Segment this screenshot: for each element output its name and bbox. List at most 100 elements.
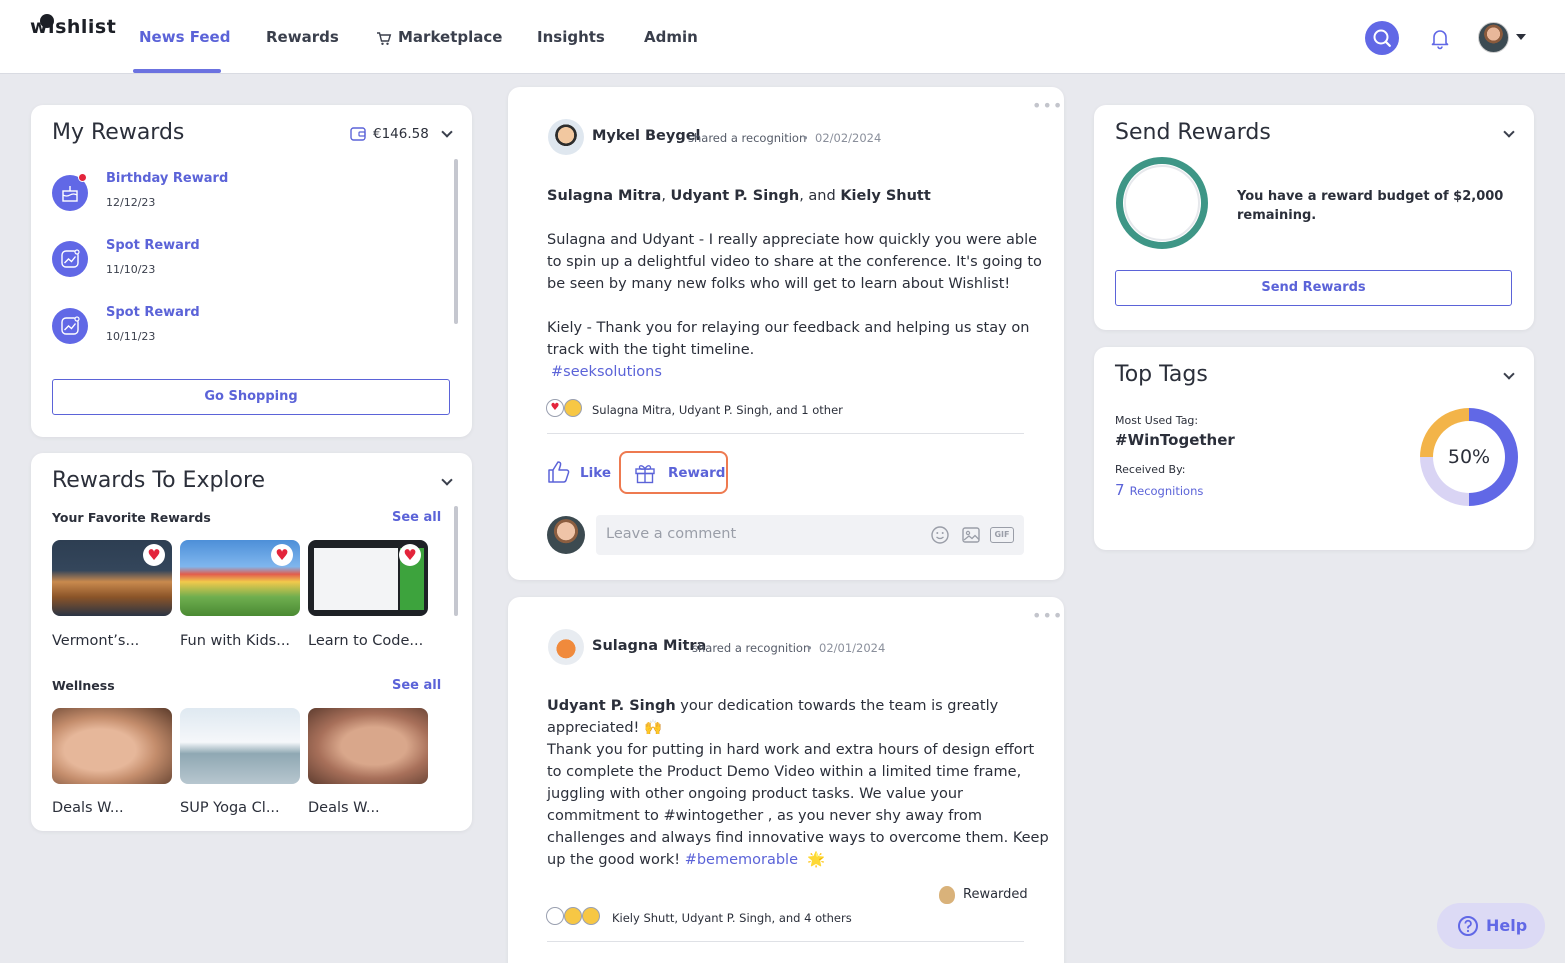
- reactors-summary[interactable]: Sulagna Mitra, Udyant P. Singh, and 1 ot…: [592, 403, 843, 417]
- thumbs-up-icon[interactable]: [547, 460, 571, 484]
- post-body-line: Kiely - Thank you for relaying our feedb…: [547, 320, 1030, 336]
- post-body-line: to complete the Product Demo Video withi…: [547, 764, 1022, 780]
- reactors-summary[interactable]: Kiely Shutt, Udyant P. Singh, and 4 othe…: [612, 911, 852, 925]
- emoji-icon[interactable]: [930, 525, 950, 545]
- post-action-text: shared a recognition: [688, 131, 807, 145]
- reward-item-name[interactable]: Spot Reward: [106, 305, 200, 320]
- image-upload-icon[interactable]: [961, 525, 981, 545]
- reward-card-label[interactable]: Deals W...: [308, 800, 380, 816]
- budget-ring-inner: [1124, 165, 1200, 241]
- my-rewards-scrollbar[interactable]: [454, 159, 458, 324]
- reward-balance[interactable]: €146.58: [373, 126, 429, 142]
- nav-news-feed[interactable]: News Feed: [139, 28, 230, 46]
- post-action-text: shared a recognition: [692, 641, 811, 655]
- budget-text-line: remaining.: [1237, 208, 1317, 223]
- post-body-line: commitment to #wintogether , as you neve…: [547, 808, 982, 824]
- nav-admin[interactable]: Admin: [644, 28, 698, 46]
- heart-icon[interactable]: ♥: [399, 544, 421, 566]
- send-rewards-button[interactable]: Send Rewards: [1115, 270, 1512, 306]
- spot-reward-chart-icon: [52, 241, 88, 277]
- reward-item-name[interactable]: Spot Reward: [106, 238, 200, 253]
- nav-insights[interactable]: Insights: [537, 28, 605, 46]
- help-question-icon: [1458, 916, 1478, 936]
- post-menu-icon[interactable]: •••: [1032, 96, 1063, 115]
- see-all-wellness-link[interactable]: See all: [392, 678, 441, 693]
- cart-icon: [377, 32, 392, 45]
- recipient-name[interactable]: Udyant P. Singh: [671, 188, 800, 204]
- recipient-name[interactable]: Kiely Shutt: [840, 188, 930, 204]
- rewards-to-explore-title: Rewards To Explore: [52, 468, 266, 493]
- reward-item-date: 12/12/23: [106, 196, 156, 209]
- wallet-icon: [350, 127, 366, 141]
- see-all-favorites-link[interactable]: See all: [392, 510, 441, 525]
- hashtag-link[interactable]: #bememorable: [685, 852, 798, 868]
- reward-card-label[interactable]: Vermont’s...: [52, 633, 139, 649]
- top-tags-title: Top Tags: [1115, 362, 1208, 387]
- help-button[interactable]: Help: [1437, 903, 1545, 949]
- thumbs-up-reaction-icon[interactable]: [564, 907, 582, 925]
- search-button[interactable]: [1365, 21, 1399, 55]
- favorite-rewards-label: Your Favorite Rewards: [52, 510, 211, 525]
- explore-scrollbar[interactable]: [454, 506, 458, 616]
- reward-item-date: 10/11/23: [106, 330, 156, 343]
- heart-reaction-icon[interactable]: ♥: [546, 399, 564, 417]
- massage-image[interactable]: [308, 708, 428, 784]
- gif-icon[interactable]: GIF: [990, 527, 1014, 543]
- reward-card-label[interactable]: Learn to Code...: [308, 633, 423, 649]
- sup-yoga-image[interactable]: [180, 708, 300, 784]
- my-rewards-title: My Rewards: [52, 120, 185, 145]
- current-user-avatar: [547, 516, 585, 554]
- author-avatar[interactable]: [548, 629, 584, 665]
- post-author-name[interactable]: Mykel Beygel: [592, 128, 701, 144]
- most-used-tag-label: Most Used Tag:: [1115, 414, 1199, 427]
- heart-icon[interactable]: ♥: [271, 544, 293, 566]
- heart-icon[interactable]: ♥: [143, 544, 165, 566]
- post-body-line: be seen by many new folks who will get t…: [547, 276, 1011, 292]
- thumbs-up-reaction-icon[interactable]: [564, 399, 582, 417]
- notification-bell-icon[interactable]: [1428, 26, 1452, 50]
- tag-usage-percent: 50%: [1433, 421, 1505, 493]
- reward-card-label[interactable]: Fun with Kids...: [180, 633, 290, 649]
- search-icon: [1373, 29, 1391, 47]
- nav-marketplace[interactable]: Marketplace: [398, 28, 502, 46]
- post-body-line: Thank you for putting in hard work and e…: [547, 742, 1035, 758]
- massage-image[interactable]: [52, 708, 172, 784]
- recipients-line: Sulagna Mitra, Udyant P. Singh, and Kiel…: [547, 188, 931, 204]
- top-tag-name[interactable]: #WinTogether: [1115, 431, 1235, 449]
- recognitions-link[interactable]: 7 Recognitions: [1115, 480, 1203, 499]
- go-shopping-button[interactable]: Go Shopping: [52, 379, 450, 415]
- post-body-line: juggling with other ongoing product task…: [547, 786, 963, 802]
- nav-rewards[interactable]: Rewards: [266, 28, 339, 46]
- clap-reaction-icon[interactable]: [582, 907, 600, 925]
- reward-item-name[interactable]: Birthday Reward: [106, 171, 228, 186]
- reward-button[interactable]: Reward: [619, 451, 728, 494]
- top-navigation-bar: wishlist News Feed Rewards Marketplace I…: [0, 0, 1565, 74]
- hashtag-link[interactable]: #seeksolutions: [551, 361, 662, 383]
- app-logo[interactable]: wishlist: [30, 16, 116, 38]
- reaction-icon[interactable]: [546, 907, 564, 925]
- user-menu-caret-icon[interactable]: [1516, 34, 1526, 40]
- money-bag-icon: [939, 886, 955, 904]
- mention-link[interactable]: Udyant P. Singh: [547, 698, 676, 714]
- unread-dot: [78, 173, 87, 182]
- post-menu-icon[interactable]: •••: [1032, 606, 1063, 625]
- like-button[interactable]: Like: [580, 465, 611, 481]
- spot-reward-chart-icon: [52, 308, 88, 344]
- post-body-line: challenges and always find innovative wa…: [547, 830, 1049, 846]
- post-body-line: to spin up a delightful video to share a…: [547, 254, 1042, 270]
- post-author-name[interactable]: Sulagna Mitra: [592, 638, 706, 654]
- divider: [547, 941, 1024, 942]
- comment-placeholder: Leave a comment: [606, 526, 737, 542]
- reward-item-date: 11/10/23: [106, 263, 156, 276]
- user-avatar[interactable]: [1478, 22, 1509, 53]
- post-body-line: Sulagna and Udyant - I really appreciate…: [547, 232, 1038, 248]
- post-body-line: up the good work! #bememorable 🌟: [547, 852, 826, 868]
- reward-card-label[interactable]: SUP Yoga Cl...: [180, 800, 280, 816]
- author-avatar[interactable]: [548, 119, 584, 155]
- reward-card-label[interactable]: Deals W...: [52, 800, 124, 816]
- post-body-line: appreciated! 🙌: [547, 720, 663, 736]
- help-label: Help: [1486, 916, 1528, 935]
- recipient-name[interactable]: Sulagna Mitra: [547, 188, 661, 204]
- comment-input[interactable]: Leave a comment GIF: [596, 515, 1024, 555]
- post-separator-dot: •: [802, 131, 809, 145]
